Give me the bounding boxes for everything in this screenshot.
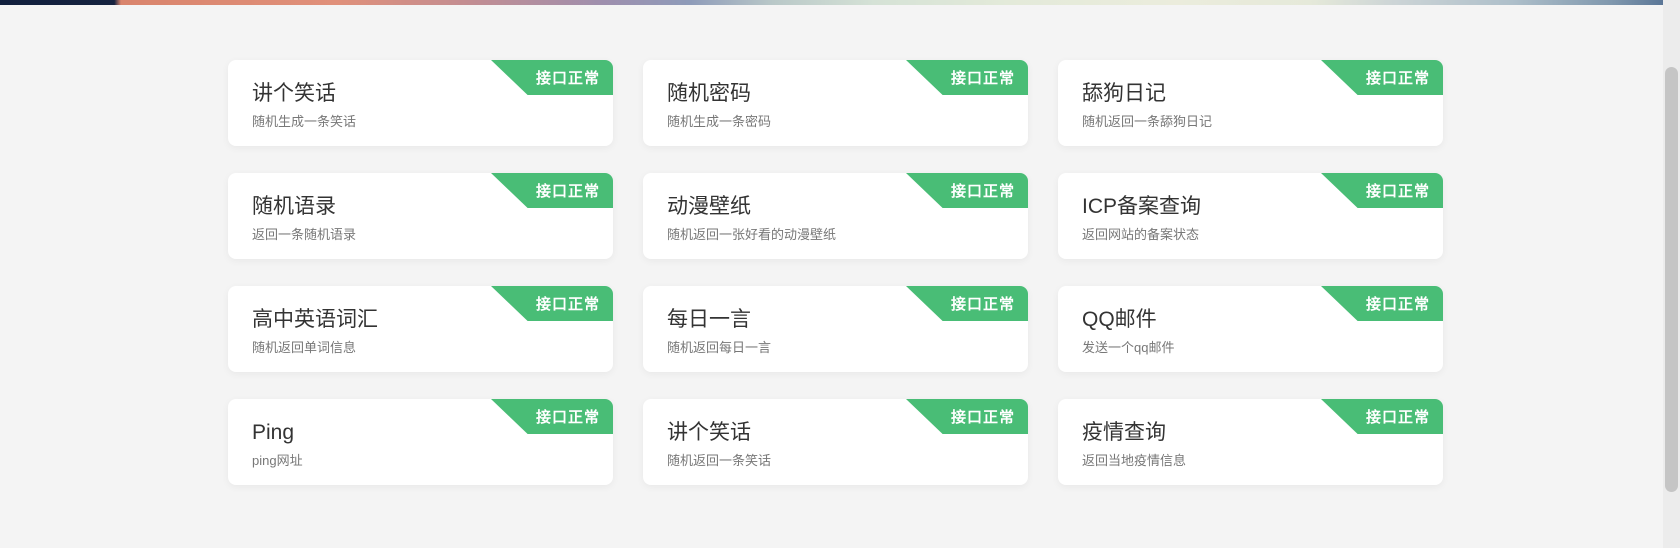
card-description: 返回网站的备案状态 [1082, 227, 1419, 242]
scrollbar-thumb[interactable] [1665, 67, 1678, 492]
api-card[interactable]: 接口正常 舔狗日记 随机返回一条舔狗日记 [1058, 60, 1443, 146]
card-description: 随机返回一条舔狗日记 [1082, 114, 1419, 129]
status-ribbon-label: 接口正常 [536, 180, 600, 201]
status-ribbon-label: 接口正常 [536, 406, 600, 427]
api-card[interactable]: 接口正常 疫情查询 返回当地疫情信息 [1058, 399, 1443, 485]
card-description: 随机返回一条笑话 [667, 453, 1004, 468]
status-ribbon-label: 接口正常 [951, 293, 1015, 314]
status-ribbon-label: 接口正常 [951, 406, 1015, 427]
status-ribbon-label: 接口正常 [951, 180, 1015, 201]
api-card[interactable]: 接口正常 QQ邮件 发送一个qq邮件 [1058, 286, 1443, 372]
status-ribbon-label: 接口正常 [1366, 67, 1430, 88]
page: 接口正常 讲个笑话 随机生成一条笑话 接口正常 随机密码 随机生成一条密码 接口… [0, 0, 1680, 548]
api-card[interactable]: 接口正常 每日一言 随机返回每日一言 [643, 286, 1028, 372]
api-card[interactable]: 接口正常 Ping ping网址 [228, 399, 613, 485]
api-card[interactable]: 接口正常 随机密码 随机生成一条密码 [643, 60, 1028, 146]
status-ribbon-label: 接口正常 [1366, 406, 1430, 427]
api-card[interactable]: 接口正常 讲个笑话 随机生成一条笑话 [228, 60, 613, 146]
card-description: 随机生成一条密码 [667, 114, 1004, 129]
api-card[interactable]: 接口正常 讲个笑话 随机返回一条笑话 [643, 399, 1028, 485]
api-card[interactable]: 接口正常 高中英语词汇 随机返回单词信息 [228, 286, 613, 372]
api-card[interactable]: 接口正常 动漫壁纸 随机返回一张好看的动漫壁纸 [643, 173, 1028, 259]
card-description: 随机返回每日一言 [667, 340, 1004, 355]
status-ribbon-label: 接口正常 [951, 67, 1015, 88]
card-description: 发送一个qq邮件 [1082, 340, 1419, 355]
status-ribbon-label: 接口正常 [536, 67, 600, 88]
card-description: 返回当地疫情信息 [1082, 453, 1419, 468]
card-description: 返回一条随机语录 [252, 227, 589, 242]
api-card[interactable]: 接口正常 ICP备案查询 返回网站的备案状态 [1058, 173, 1443, 259]
top-banner [0, 0, 1680, 5]
card-description: 随机生成一条笑话 [252, 114, 589, 129]
card-description: 随机返回一张好看的动漫壁纸 [667, 227, 1004, 242]
card-description: ping网址 [252, 453, 589, 468]
status-ribbon-label: 接口正常 [1366, 180, 1430, 201]
api-card-grid: 接口正常 讲个笑话 随机生成一条笑话 接口正常 随机密码 随机生成一条密码 接口… [228, 60, 1443, 485]
api-card[interactable]: 接口正常 随机语录 返回一条随机语录 [228, 173, 613, 259]
scrollbar-track[interactable] [1663, 0, 1680, 548]
status-ribbon-label: 接口正常 [536, 293, 600, 314]
status-ribbon-label: 接口正常 [1366, 293, 1430, 314]
card-description: 随机返回单词信息 [252, 340, 589, 355]
